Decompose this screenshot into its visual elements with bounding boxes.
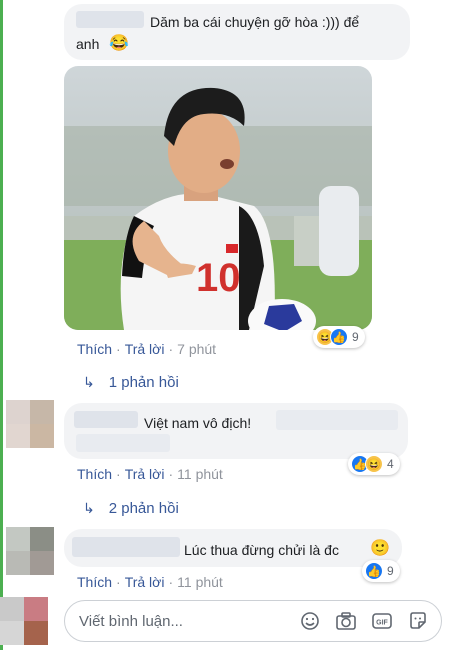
like-reaction-icon: 👍 [330,328,348,346]
redacted-author-name [74,411,138,428]
gif-icon[interactable]: GIF [371,610,393,632]
comment-actions-1: Thích · Trả lời · 7 phút [77,341,217,357]
reaction-count: 4 [387,457,394,471]
sticker-icon[interactable] [407,610,429,632]
haha-reaction-icon: 😆 [365,455,383,473]
like-link[interactable]: Thích [77,341,112,357]
view-replies-1[interactable]: ↳ 1 phản hồi [83,374,179,391]
redacted-text [76,434,170,452]
comment-bubble-1: Dăm ba cái chuyện gỡ hòa :))) để anh 😂 [64,4,410,60]
smiley-icon[interactable] [299,610,321,632]
view-replies-2[interactable]: ↳ 2 phản hồi [83,500,179,517]
smiley-emoji-icon: 🙂 [370,540,390,557]
comment-photo[interactable]: 10 [64,66,372,330]
reply-link[interactable]: Trả lời [125,341,165,357]
reaction-summary-3[interactable]: 👍 9 [362,560,400,582]
comment-bubble-3: Lúc thua đừng chửi là đc 🙂 [64,529,402,567]
comment-input[interactable] [79,612,289,630]
reaction-count: 9 [387,564,394,578]
redacted-text [276,410,398,430]
reply-link[interactable]: Trả lời [125,574,165,590]
comment-text-continued: anh [76,36,100,52]
comment-composer[interactable]: GIF [64,600,442,642]
reaction-count: 9 [352,330,359,344]
composer-icons: GIF [299,610,429,632]
avatar[interactable] [6,527,54,575]
timestamp[interactable]: 7 phút [177,341,216,357]
comment-bubble-2: Việt nam vô địch! [64,403,408,459]
redacted-author-name [72,537,180,557]
left-edge-strip [0,0,3,650]
reaction-summary-1[interactable]: 😆 👍 9 [313,326,365,348]
svg-text:10: 10 [196,256,241,300]
reply-link[interactable]: Trả lời [125,466,165,482]
comment-text: Việt nam vô địch! [144,415,252,431]
current-user-avatar[interactable] [0,597,48,645]
like-reaction-icon: 👍 [365,562,383,580]
timestamp[interactable]: 11 phút [177,574,223,590]
reply-arrow-icon: ↳ [83,500,95,516]
reply-arrow-icon: ↳ [83,374,95,390]
like-link[interactable]: Thích [77,574,112,590]
comment-text: Dăm ba cái chuyện gỡ hòa :))) để [150,14,360,30]
timestamp[interactable]: 11 phút [177,466,223,482]
comment-actions-3: Thích · Trả lời · 11 phút [77,574,223,590]
reaction-summary-2[interactable]: 👍 😆 4 [348,453,400,475]
camera-icon[interactable] [335,610,357,632]
avatar[interactable] [6,400,54,448]
svg-text:GIF: GIF [376,620,388,627]
redacted-author-name [76,11,144,28]
comment-actions-2: Thích · Trả lời · 11 phút [77,466,223,482]
comment-text: Lúc thua đừng chửi là đc [184,542,339,558]
replies-count-label: 2 phản hồi [108,500,179,517]
soccer-player-image: 10 [64,66,372,330]
like-link[interactable]: Thích [77,466,112,482]
laughing-emoji-icon: 😂 [109,35,129,52]
replies-count-label: 1 phản hồi [108,374,179,391]
